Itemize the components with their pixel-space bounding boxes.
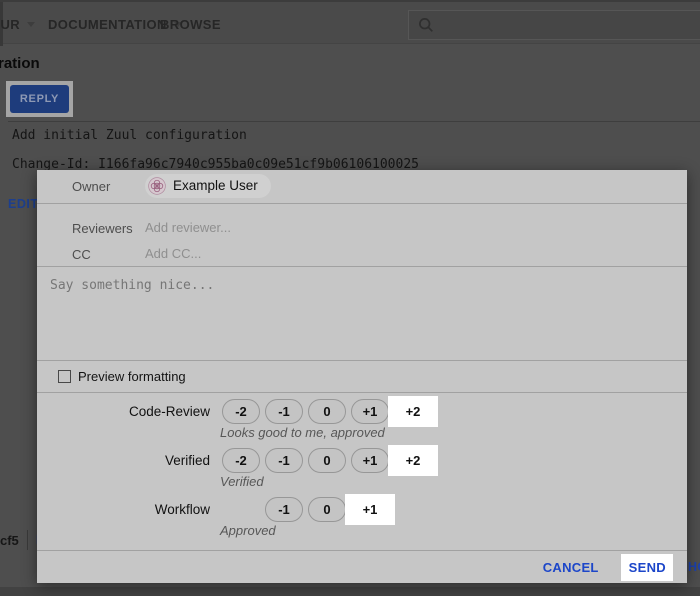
vote-groups: Code-Review-2-10+1+2Looks good to me, ap… (37, 393, 687, 550)
vote-description: Verified (220, 474, 687, 490)
add-cc-input[interactable] (145, 246, 667, 261)
vote-label: Code-Review (37, 404, 210, 419)
nav-item-label: BROWSE (160, 17, 221, 32)
owner-label: Owner (72, 179, 110, 194)
commit-hash-fragment: cf5 (0, 533, 19, 548)
nav-item-browse[interactable]: BROWSE (160, 2, 221, 46)
add-reviewer-input[interactable] (145, 220, 667, 235)
vote-chip-code-review--1[interactable]: -1 (265, 399, 303, 424)
search-box[interactable] (408, 10, 700, 40)
vote-chip-code-review--2[interactable]: -2 (222, 399, 260, 424)
vote-group-code-review: Code-Review -2-10+1+2Looks good to me, ap… (37, 398, 687, 441)
divider (27, 530, 28, 550)
reply-button[interactable]: REPLY (10, 85, 69, 113)
vote-description: Looks good to me, approved (220, 425, 687, 441)
vote-chip-verified--1[interactable]: -1 (265, 448, 303, 473)
page-title-fragment: ration (0, 55, 40, 72)
vote-chip-code-review-+2[interactable]: +2 (394, 399, 432, 424)
top-nav-bar: OUR DOCUMENTATION BROWSE (0, 0, 700, 44)
vote-label: Workflow (37, 502, 210, 517)
owner-account-chip[interactable]: Example User (145, 174, 271, 198)
edit-link[interactable]: EDIT (8, 197, 38, 211)
reply-dialog: Owner Example User Reviewers CC (37, 170, 687, 583)
vote-chip-verified-0[interactable]: 0 (308, 448, 346, 473)
vote-chip-verified--2[interactable]: -2 (222, 448, 260, 473)
chevron-down-icon (27, 22, 35, 27)
nav-item-label: DOCUMENTATION (48, 17, 167, 32)
send-button[interactable]: SEND (629, 560, 666, 575)
reviewers-label: Reviewers (72, 221, 133, 236)
right-edge-link-fragment[interactable]: HO (688, 560, 700, 574)
preview-formatting-row: Preview formatting (37, 361, 687, 392)
reviewers-row: Reviewers (37, 215, 687, 241)
vote-label: Verified (37, 453, 210, 468)
nav-item-your[interactable]: OUR (0, 2, 35, 46)
vote-chip-verified-+2[interactable]: +2 (394, 448, 432, 473)
vote-description: Approved (220, 523, 687, 539)
vote-chip-verified-+1[interactable]: +1 (351, 448, 389, 473)
avatar (148, 177, 166, 195)
cancel-button[interactable]: CANCEL (543, 560, 599, 575)
commit-subject: Add initial Zuul configuration (12, 128, 247, 143)
search-icon (418, 17, 434, 33)
vote-chip-code-review-+1[interactable]: +1 (351, 399, 389, 424)
preview-formatting-label: Preview formatting (78, 369, 186, 384)
dialog-footer: CANCEL SEND (37, 551, 687, 583)
cc-row: CC (37, 241, 687, 267)
page-footer-bar (0, 587, 700, 596)
cc-label: CC (72, 247, 91, 262)
reply-message-textarea[interactable] (37, 267, 687, 360)
vote-chip-workflow-0[interactable]: 0 (308, 497, 346, 522)
nav-item-label: OUR (0, 17, 20, 32)
vote-group-workflow: Workflow -10+1Approved (37, 496, 687, 539)
preview-formatting-checkbox[interactable] (58, 370, 71, 383)
vote-chip-code-review-0[interactable]: 0 (308, 399, 346, 424)
owner-name: Example User (173, 178, 258, 193)
divider (8, 121, 700, 122)
vote-chip-workflow-+1[interactable]: +1 (351, 497, 389, 522)
reply-button-spotlight: REPLY (6, 81, 73, 117)
search-input[interactable] (442, 18, 700, 33)
owner-row: Owner Example User (37, 170, 687, 203)
vote-chip-workflow--1[interactable]: -1 (265, 497, 303, 522)
vote-group-verified: Verified-2-10+1+2Verified (37, 447, 687, 490)
divider (37, 203, 687, 204)
